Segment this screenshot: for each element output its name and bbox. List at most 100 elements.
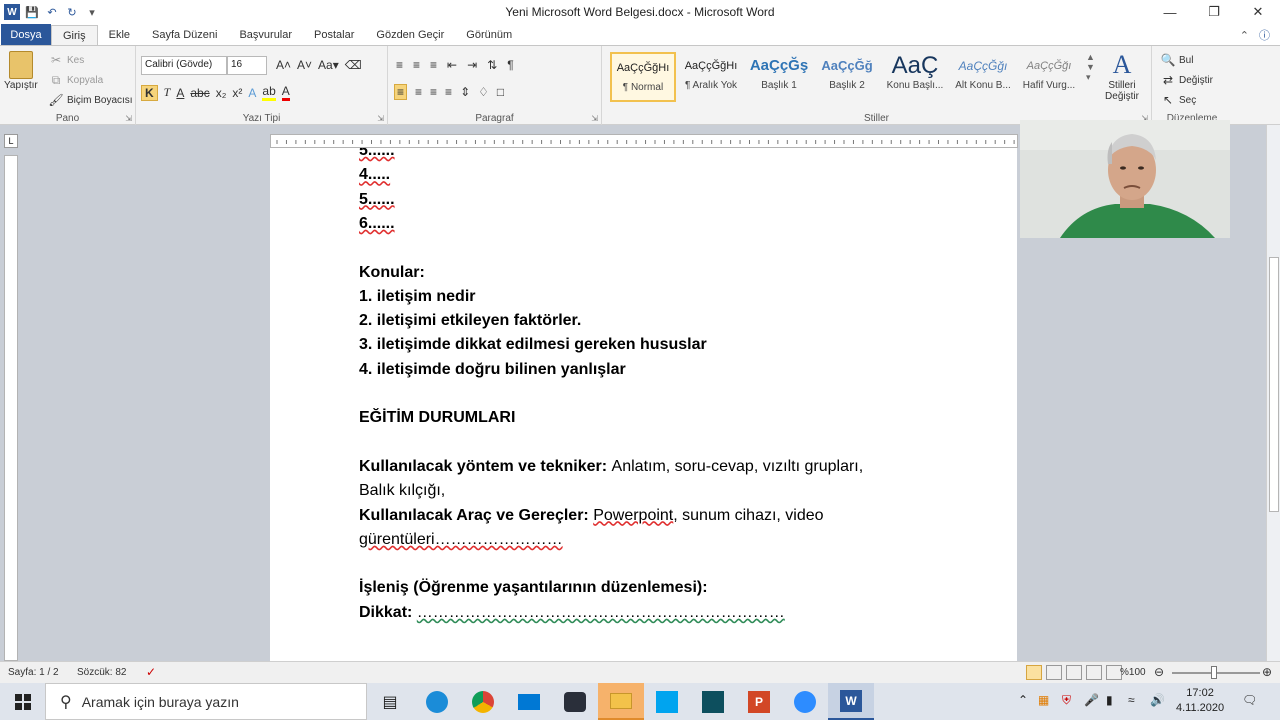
zoom-out-icon[interactable]: ⊖ [1154, 665, 1164, 679]
show-marks-icon[interactable]: ¶ [507, 58, 513, 72]
format-painter-button[interactable]: 🖌 Biçim Boyacısı [48, 92, 132, 108]
start-button[interactable] [0, 683, 45, 720]
document-line[interactable]: 6...... [359, 215, 395, 233]
tab-references[interactable]: Başvurular [228, 24, 303, 46]
numbering-icon[interactable]: ≡ [413, 58, 420, 72]
tray-app-icon[interactable]: ▦ [1038, 693, 1049, 707]
proofing-icon[interactable]: ✓ [146, 665, 156, 679]
borders-icon[interactable]: □ [497, 85, 504, 99]
sort-icon[interactable]: ⇅ [487, 58, 497, 72]
shading-icon[interactable]: ♢ [478, 85, 489, 99]
document-line[interactable]: gürentüleri…………………… [359, 531, 563, 549]
file-explorer-icon[interactable] [598, 683, 644, 720]
font-name-box[interactable]: Calibri (Gövde) [141, 56, 227, 75]
text-effects-icon[interactable]: A [248, 86, 256, 100]
bullets-icon[interactable]: ≡ [396, 58, 403, 72]
document-line[interactable]: Kullanılacak yöntem ve tekniker: Anlatım… [359, 458, 863, 476]
style-heading-2[interactable]: AaÇçĞğ Başlık 2 [814, 52, 880, 102]
tab-home[interactable]: Giriş [51, 25, 98, 46]
tray-shield-icon[interactable]: ⛨ [1062, 693, 1071, 708]
subscript-icon[interactable]: x₂ [216, 86, 227, 100]
underline-icon[interactable]: A [176, 86, 184, 100]
select-button[interactable]: ↖ Seç [1160, 92, 1196, 108]
word-taskbar-icon[interactable]: W [828, 683, 874, 720]
styles-scroll[interactable]: ▲ ▼ ▾ [1086, 52, 1095, 83]
app-teal-icon[interactable] [698, 687, 728, 717]
help-icon[interactable]: ⓘ [1259, 27, 1270, 43]
superscript-icon[interactable]: x² [232, 86, 242, 100]
taskbar-search[interactable]: ⚲ Aramak için buraya yazın [45, 683, 367, 720]
document-line[interactable]: 4. iletişimde doğru bilinen yanlışlar [359, 361, 626, 379]
increase-indent-icon[interactable]: ⇥ [467, 58, 477, 72]
page-count[interactable]: Sayfa: 1 / 2 [8, 667, 59, 678]
grow-font-icon[interactable]: A˄ [276, 58, 291, 72]
highlight-icon[interactable]: ab [262, 84, 276, 101]
document-page[interactable]: 5...... 4..... 5...... 6...... Konular: 1. il… [270, 148, 1017, 661]
multilevel-list-icon[interactable]: ≡ [430, 58, 437, 72]
document-line[interactable]: İşleniş (Öğrenme yaşantılarının düzenlem… [359, 579, 708, 597]
document-line[interactable]: 1. iletişim nedir [359, 288, 475, 306]
style-no-spacing[interactable]: AaÇçĞğHı ¶ Aralık Yok [678, 52, 744, 102]
vertical-scrollbar[interactable] [1266, 125, 1280, 661]
tab-selector[interactable]: L [4, 134, 18, 148]
bold-icon[interactable]: K [141, 84, 158, 101]
style-heading-1[interactable]: AaÇçĞş Başlık 1 [746, 52, 812, 102]
paste-button[interactable]: Yapıştır [4, 51, 38, 91]
restore-button[interactable]: ❐ [1192, 0, 1236, 24]
minimize-ribbon-icon[interactable]: ⌃ [1240, 29, 1249, 42]
cut-button[interactable]: ✂ Kes [48, 52, 84, 68]
document-line[interactable]: Balık kılçığı, [359, 482, 445, 500]
style-normal[interactable]: AaÇçĞğHı ¶ Normal [610, 52, 676, 102]
dialog-launcher-icon[interactable]: ⇲ [125, 114, 132, 123]
chrome-icon[interactable] [468, 687, 498, 717]
zoom-app-icon[interactable] [790, 687, 820, 717]
copy-button[interactable]: ⧉ Kopyala [48, 72, 103, 88]
style-subtle-emphasis[interactable]: AaÇçĞğı Hafif Vurg... [1016, 52, 1082, 102]
volume-icon[interactable]: 🔊 [1150, 693, 1165, 707]
style-title[interactable]: AaÇ Konu Başlı... [882, 52, 948, 102]
word-count[interactable]: Sözcük: 82 [77, 667, 126, 678]
justify-icon[interactable]: ≡ [445, 85, 452, 99]
tab-file[interactable]: Dosya [1, 24, 51, 46]
align-left-icon[interactable]: ≡ [394, 84, 408, 100]
tab-insert[interactable]: Ekle [98, 24, 141, 46]
microphone-icon[interactable]: 🎤 [1084, 693, 1099, 707]
scroll-thumb[interactable] [1269, 257, 1279, 512]
document-line[interactable]: 3. iletişimde dikkat edilmesi gereken hu… [359, 336, 707, 354]
document-line[interactable]: 2. iletişimi etkileyen faktörler. [359, 312, 581, 330]
replace-button[interactable]: ⇄ Değiştir [1160, 72, 1213, 88]
document-line[interactable]: 5...... [359, 148, 395, 160]
horizontal-ruler[interactable] [270, 134, 1018, 148]
mail-icon[interactable] [514, 687, 544, 717]
dialog-launcher-icon[interactable]: ⇲ [591, 114, 598, 123]
line-spacing-icon[interactable]: ⇕ [460, 85, 470, 99]
find-button[interactable]: 🔍 Bul [1160, 52, 1194, 68]
document-line[interactable]: Konular: [359, 264, 425, 282]
tab-mailings[interactable]: Postalar [303, 24, 365, 46]
full-screen-reading-icon[interactable] [1046, 665, 1062, 680]
document-line[interactable]: Dikkat: …………………………………………………………… [359, 604, 785, 622]
zoom-in-icon[interactable]: ⊕ [1262, 665, 1272, 679]
document-line[interactable]: 5...... [359, 191, 395, 209]
italic-icon[interactable]: T [164, 85, 171, 100]
clear-formatting-icon[interactable]: ⌫ [345, 58, 362, 72]
edge-icon[interactable] [422, 687, 452, 717]
align-center-icon[interactable]: ≡ [415, 85, 422, 99]
font-color-icon[interactable]: A [281, 84, 290, 101]
tray-chevron-icon[interactable]: ⌃ [1018, 693, 1028, 707]
change-styles-button[interactable]: A Stilleri Değiştir [1098, 50, 1146, 102]
close-button[interactable]: ✕ [1236, 0, 1280, 24]
document-line[interactable]: Kullanılacak Araç ve Gereçler: Powerpoin… [359, 507, 824, 525]
tab-page-layout[interactable]: Sayfa Düzeni [141, 24, 228, 46]
shrink-font-icon[interactable]: A˅ [297, 58, 312, 72]
vertical-ruler[interactable] [4, 155, 18, 661]
document-line[interactable]: EĞİTİM DURUMLARI [359, 409, 515, 427]
change-case-icon[interactable]: Aa▾ [318, 58, 339, 72]
zoom-level[interactable]: %100 [1120, 667, 1146, 678]
clock[interactable]: 17:02 4.11.2020 [1176, 686, 1224, 716]
print-layout-icon[interactable] [1026, 665, 1042, 680]
task-view-icon[interactable]: ▤ [375, 687, 405, 717]
font-size-box[interactable]: 16 [227, 56, 267, 75]
wifi-icon[interactable]: ≈ [1128, 693, 1135, 707]
strikethrough-icon[interactable]: abc [190, 86, 209, 100]
